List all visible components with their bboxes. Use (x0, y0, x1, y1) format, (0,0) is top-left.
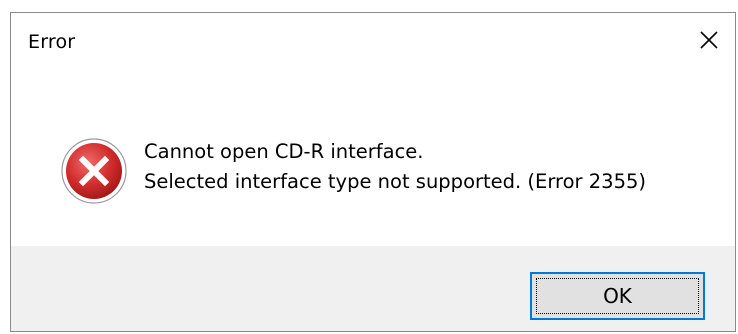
message-line-2: Selected interface type not supported. (… (144, 170, 647, 193)
button-bar: OK (11, 246, 735, 331)
close-icon (700, 31, 718, 49)
ok-button-label: OK (603, 284, 632, 308)
title-bar: Error (11, 13, 735, 71)
error-message: Cannot open CD-R interface. Selected int… (144, 137, 646, 197)
error-dialog: Error Cannot open CD-R interface. Select… (10, 12, 736, 332)
dialog-body: Cannot open CD-R interface. Selected int… (11, 71, 735, 249)
message-line-1: Cannot open CD-R interface. (144, 140, 424, 163)
error-icon (61, 138, 127, 204)
dialog-title: Error (28, 31, 76, 53)
ok-button[interactable]: OK (530, 272, 705, 320)
close-button[interactable] (685, 13, 735, 65)
